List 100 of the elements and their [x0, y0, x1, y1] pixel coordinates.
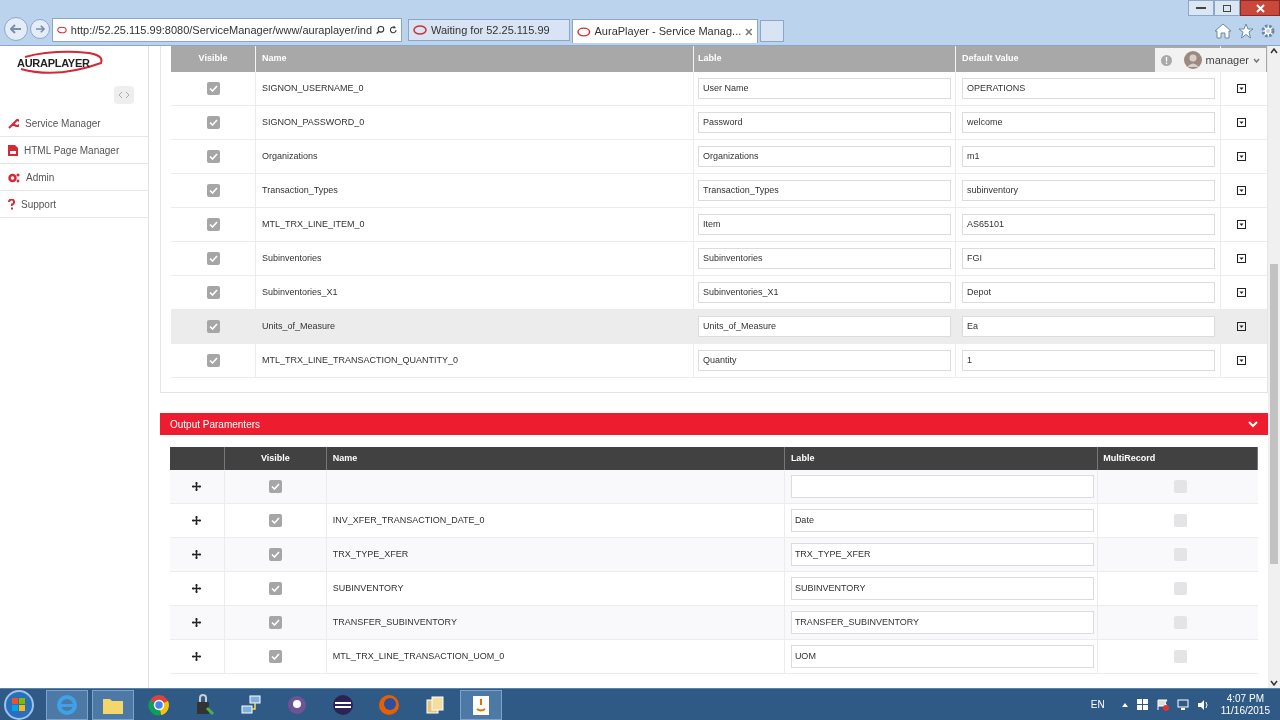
auraplayer-logo[interactable]: AURAPLAYER [17, 49, 105, 77]
expand-icon[interactable] [1236, 220, 1246, 229]
checkbox[interactable] [206, 252, 220, 265]
network-icon[interactable] [1176, 698, 1189, 711]
refresh-icon[interactable] [388, 24, 397, 36]
browser-tab[interactable]: Waiting for 52.25.115.99 [408, 19, 570, 41]
table-row[interactable]: SIGNON_PASSWORD_0 Password welcome [171, 106, 1267, 140]
input-field[interactable]: 1 [962, 350, 1215, 371]
sidebar-item[interactable]: Support [0, 191, 148, 218]
expand-icon[interactable] [1236, 118, 1246, 127]
sidebar-item[interactable]: Admin [0, 164, 148, 191]
input-field[interactable]: m1 [962, 146, 1215, 167]
input-field[interactable]: UOM [790, 645, 1094, 668]
checkbox[interactable] [1174, 650, 1188, 663]
taskbar-app-icon[interactable] [460, 689, 502, 720]
checkbox[interactable] [206, 150, 220, 163]
scroll-down-icon[interactable] [1270, 680, 1278, 686]
star-icon[interactable] [1238, 23, 1254, 39]
volume-icon[interactable] [1196, 698, 1209, 711]
input-field[interactable]: AS65101 [962, 214, 1215, 235]
move-icon[interactable] [192, 584, 202, 593]
back-button[interactable] [4, 17, 28, 41]
checkbox[interactable] [206, 116, 220, 129]
checkbox[interactable] [268, 514, 282, 527]
windows-icon[interactable] [1136, 698, 1149, 711]
language-indicator[interactable]: EN [1090, 697, 1105, 712]
input-field[interactable] [790, 475, 1094, 498]
expand-icon[interactable] [1236, 254, 1246, 263]
checkbox[interactable] [206, 82, 220, 95]
scrollbar[interactable] [1268, 46, 1280, 688]
checkbox[interactable] [206, 218, 220, 231]
input-field[interactable]: Transaction_Types [698, 180, 951, 201]
table-row[interactable]: MTL_TRX_LINE_ITEM_0 Item AS65101 [171, 208, 1267, 242]
input-field[interactable]: TRANSFER_SUBINVENTORY [790, 611, 1094, 634]
move-icon[interactable] [192, 482, 202, 491]
table-row[interactable]: Subinventories_X1 Subinventories_X1 Depot [171, 276, 1267, 310]
checkbox[interactable] [206, 320, 220, 333]
checkbox[interactable] [268, 548, 282, 561]
expand-icon[interactable] [1236, 152, 1246, 161]
checkbox[interactable] [268, 480, 282, 493]
input-field[interactable]: User Name [698, 78, 951, 99]
scroll-up-icon[interactable] [1270, 48, 1278, 54]
move-icon[interactable] [192, 550, 202, 559]
expand-icon[interactable] [1236, 322, 1246, 331]
table-row[interactable]: Subinventories Subinventories FGI [171, 242, 1267, 276]
search-icon[interactable] [376, 24, 385, 36]
table-row[interactable]: Organizations Organizations m1 [171, 140, 1267, 174]
input-field[interactable]: Units_of_Measure [698, 316, 951, 337]
move-icon[interactable] [192, 652, 202, 661]
input-field[interactable]: Password [698, 112, 951, 133]
input-field[interactable]: TRX_TYPE_XFER [790, 543, 1094, 566]
checkbox[interactable] [1174, 582, 1188, 595]
flag-icon[interactable] [1156, 698, 1169, 711]
expand-icon[interactable] [1236, 288, 1246, 297]
input-field[interactable]: Subinventories_X1 [698, 282, 951, 303]
input-field[interactable]: Item [698, 214, 951, 235]
input-field[interactable]: Depot [962, 282, 1215, 303]
home-icon[interactable] [1214, 23, 1232, 39]
input-field[interactable]: Quantity [698, 350, 951, 371]
checkbox[interactable] [206, 354, 220, 367]
table-row[interactable]: Units_of_Measure Units_of_Measure Ea [171, 310, 1267, 344]
collapse-toggle[interactable] [114, 86, 134, 104]
expand-icon[interactable] [1236, 186, 1246, 195]
sidebar-item[interactable]: Service Manager [0, 110, 148, 137]
input-field[interactable]: Date [790, 509, 1094, 532]
input-field[interactable]: Ea [962, 316, 1215, 337]
caret-up-icon[interactable] [1120, 701, 1129, 708]
checkbox[interactable] [206, 286, 220, 299]
clock[interactable]: 4:07 PM 11/16/2015 [1220, 692, 1270, 717]
input-field[interactable]: SUBINVENTORY [790, 577, 1094, 600]
address-bar[interactable]: http://52.25.115.99:8080/ServiceManager/www/auraplayer/ind [52, 18, 402, 42]
minimize-button[interactable] [1188, 0, 1214, 16]
table-row[interactable]: MTL_TRX_LINE_TRANSACTION_QUANTITY_0 Quantity 1 [171, 344, 1267, 378]
move-icon[interactable] [192, 516, 202, 525]
browser-tab[interactable]: AuraPlayer - Service Manag... [572, 19, 758, 43]
input-field[interactable]: Organizations [698, 146, 951, 167]
move-icon[interactable] [192, 618, 202, 627]
checkbox[interactable] [268, 616, 282, 629]
restore-button[interactable] [1214, 0, 1240, 16]
alert-icon[interactable] [1160, 54, 1172, 66]
input-field[interactable]: welcome [962, 112, 1215, 133]
sidebar-item[interactable]: HTML Page Manager [0, 137, 148, 164]
input-field[interactable]: Subinventories [698, 248, 951, 269]
chevron-down-icon[interactable] [1248, 420, 1258, 428]
settings-icon[interactable] [1260, 23, 1276, 39]
expand-icon[interactable] [1236, 84, 1246, 93]
close-button[interactable] [1240, 0, 1280, 16]
input-field[interactable]: subinventory [962, 180, 1215, 201]
start-button[interactable] [4, 689, 34, 720]
section-header-bar[interactable]: Output Paramenters [160, 413, 1268, 435]
folder-icon[interactable] [92, 689, 134, 720]
table-row[interactable]: Transaction_Types Transaction_Types subinventory [171, 174, 1267, 208]
checkbox[interactable] [268, 582, 282, 595]
checkbox[interactable] [206, 184, 220, 197]
checkbox[interactable] [268, 650, 282, 663]
table-row[interactable]: SIGNON_USERNAME_0 User Name OPERATIONS [171, 72, 1267, 106]
input-field[interactable]: FGI [962, 248, 1215, 269]
expand-icon[interactable] [1236, 356, 1246, 365]
close-icon[interactable] [745, 27, 753, 36]
checkbox[interactable] [1174, 514, 1188, 527]
